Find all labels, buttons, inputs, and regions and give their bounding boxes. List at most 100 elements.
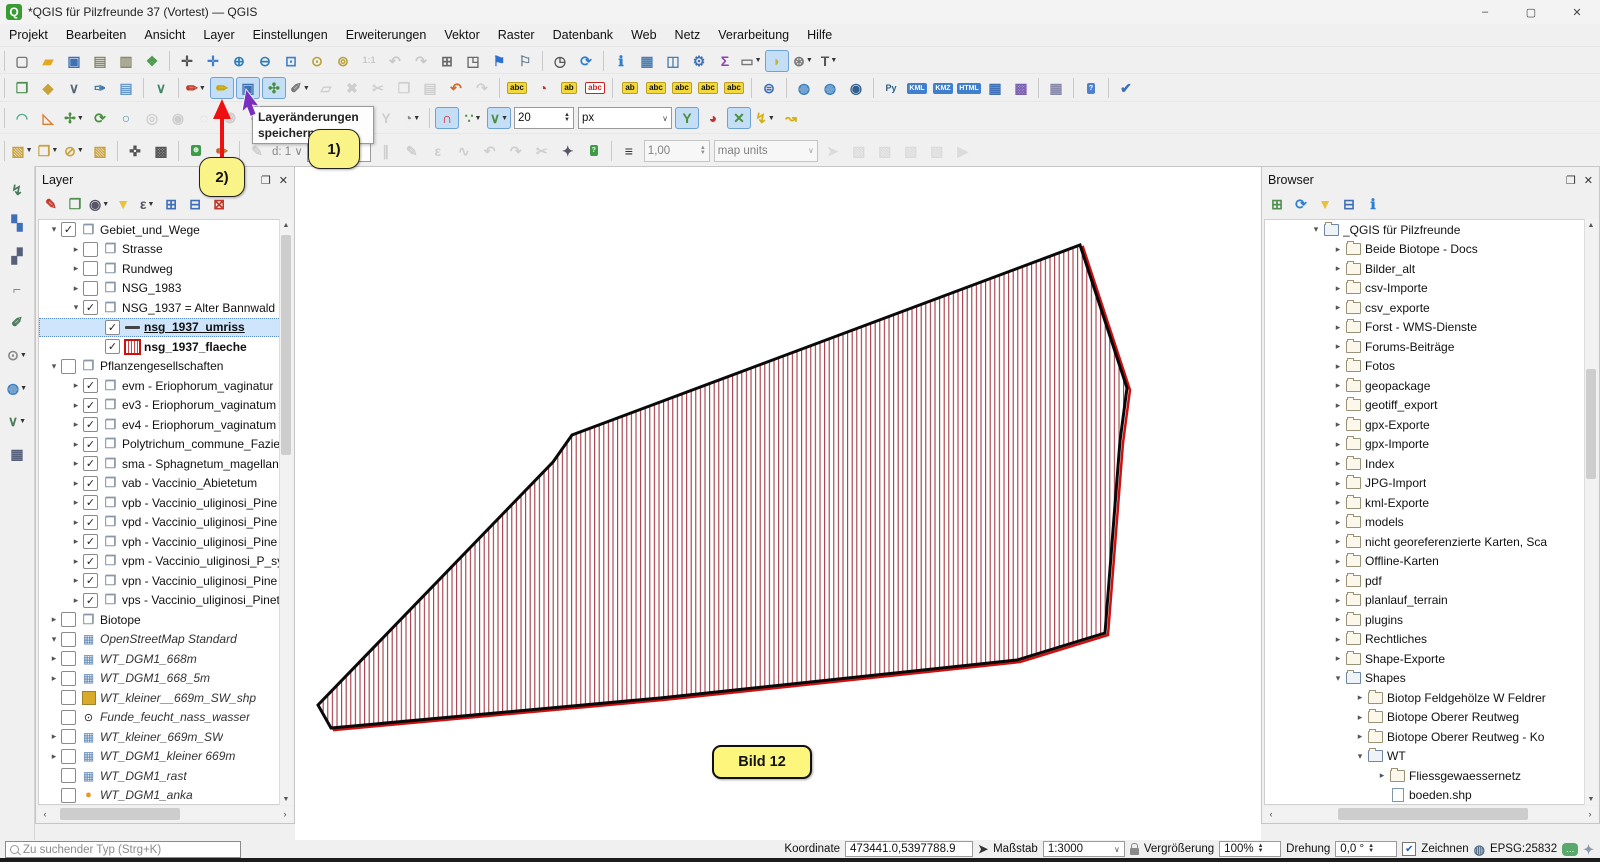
- layer-tree-item[interactable]: ✓nsg_1937_umriss: [39, 318, 291, 338]
- raster-select-icon[interactable]: ▩: [149, 140, 173, 162]
- refresh-browser-icon[interactable]: ⟳: [1291, 195, 1311, 214]
- digitize-shape-icon[interactable]: ↯: [4, 178, 30, 202]
- add-group-icon[interactable]: ❐: [65, 195, 85, 214]
- layer-visibility-checkbox[interactable]: [61, 788, 76, 803]
- statistics-icon[interactable]: ◫: [661, 50, 685, 72]
- disabled-select-6-icon[interactable]: ▶: [951, 140, 975, 162]
- tree-expander-icon[interactable]: ▸: [69, 517, 83, 528]
- tree-expander-icon[interactable]: ▸: [69, 575, 83, 586]
- layer-visibility-checkbox[interactable]: ✓: [61, 222, 76, 237]
- tree-expander-icon[interactable]: ▸: [1331, 653, 1345, 664]
- tree-expander-icon[interactable]: ▸: [1331, 244, 1345, 255]
- checker-tiles-icon[interactable]: ▞: [4, 244, 30, 268]
- add-polygon-feature-icon[interactable]: ✣: [262, 77, 286, 99]
- tree-expander-icon[interactable]: ▾: [1309, 224, 1323, 235]
- snapping-mode-icon[interactable]: ∵▼: [461, 107, 485, 129]
- add-spatialite-layer-icon[interactable]: ∨: [62, 77, 86, 99]
- tree-expander-icon[interactable]: ▸: [69, 400, 83, 411]
- layer-visibility-checkbox[interactable]: ✓: [83, 378, 98, 393]
- processing-toolbox-icon[interactable]: ⚙: [687, 50, 711, 72]
- browser-tree-item[interactable]: ▸Beide Biotope - Docs: [1265, 240, 1596, 260]
- collapse-browser-icon[interactable]: ⊟: [1339, 195, 1359, 214]
- layer-visibility-checkbox[interactable]: ✓: [83, 593, 98, 608]
- layer-visibility-checkbox[interactable]: ✓: [83, 300, 98, 315]
- topological-editing-icon[interactable]: Y: [675, 107, 699, 129]
- rotation-spin[interactable]: 0,0 °▲▼: [1335, 841, 1397, 857]
- layer-panel-float-button[interactable]: ❐: [261, 174, 271, 187]
- new-print-layout-icon[interactable]: ▤: [88, 50, 112, 72]
- browser-tree-item[interactable]: ▾Shapes: [1265, 669, 1596, 689]
- layer-tree-item[interactable]: ▸✓❐vpn - Vaccinio_uliginosi_Pine: [39, 571, 291, 591]
- grid-small-icon[interactable]: ▦: [4, 442, 30, 466]
- new-project-icon[interactable]: ▢: [10, 50, 34, 72]
- delete-selected-icon[interactable]: ✖: [340, 77, 364, 99]
- crs-value[interactable]: EPSG:25832: [1490, 843, 1557, 855]
- layer-tree-item[interactable]: ▸✓❐ev4 - Eriophorum_vaginatum: [39, 415, 291, 435]
- locator-search-input[interactable]: Zu suchender Typ (Strg+K): [5, 841, 241, 858]
- tasks-icon[interactable]: ✦: [1583, 843, 1594, 856]
- add-geopackage-layer-icon[interactable]: ◆: [36, 77, 60, 99]
- layer-visibility-checkbox[interactable]: ✓: [83, 495, 98, 510]
- maximize-button[interactable]: ▢: [1508, 0, 1554, 24]
- avoid-overlap-icon[interactable]: ◕: [701, 107, 725, 129]
- zoom-last-icon[interactable]: ↶: [383, 50, 407, 72]
- zoom-next-icon[interactable]: ↷: [409, 50, 433, 72]
- dark-tool-icon[interactable]: ✦: [556, 140, 580, 162]
- disabled-tool-7-icon[interactable]: ✂: [530, 140, 554, 162]
- layer-visibility-checkbox[interactable]: [61, 729, 76, 744]
- tree-expander-icon[interactable]: ▸: [1331, 575, 1345, 586]
- layer-tree-item[interactable]: ▸▦WT_DGM1_668m: [39, 649, 291, 669]
- browser-properties-icon[interactable]: ℹ: [1363, 195, 1383, 214]
- layer-panel-close-button[interactable]: ✕: [279, 174, 288, 187]
- menu-erweiterungen[interactable]: Erweiterungen: [337, 25, 436, 45]
- modify-attributes-icon[interactable]: ▱: [314, 77, 338, 99]
- browser-tree-item[interactable]: boeden.shp: [1265, 786, 1596, 806]
- browser-tree-item[interactable]: ▸Forst - WMS-Dienste: [1265, 318, 1596, 338]
- add-ring-icon[interactable]: ◎: [140, 107, 164, 129]
- identify-features-icon[interactable]: ℹ: [609, 50, 633, 72]
- stroke-units-select[interactable]: map units∨: [714, 140, 818, 162]
- scale-select[interactable]: 1:3000∨: [1043, 841, 1125, 857]
- browser-panel-close-button[interactable]: ✕: [1584, 174, 1593, 187]
- tree-expander-icon[interactable]: ▸: [47, 751, 61, 762]
- tree-expander-icon[interactable]: ▸: [1331, 614, 1345, 625]
- current-edits-icon[interactable]: ✏▼: [184, 77, 208, 99]
- add-selected-layers-icon[interactable]: ⊞: [1267, 195, 1287, 214]
- self-snapping-icon[interactable]: ↝: [779, 107, 803, 129]
- kmz-export-icon[interactable]: KMZ: [931, 77, 955, 99]
- disabled-select-3-icon[interactable]: ▧: [873, 140, 897, 162]
- browser-tree-item[interactable]: ▸geopackage: [1265, 376, 1596, 396]
- layer-visibility-checkbox[interactable]: ✓: [83, 476, 98, 491]
- tree-expander-icon[interactable]: ▸: [1331, 478, 1345, 489]
- tree-expander-icon[interactable]: ▾: [1353, 751, 1367, 762]
- spatial-bookmarks-icon[interactable]: ⚑: [487, 50, 511, 72]
- disabled-select-5-icon[interactable]: ▧: [925, 140, 949, 162]
- layer-tree-item[interactable]: ▸❐Strasse: [39, 240, 291, 260]
- toggle-editing-icon[interactable]: ✏: [210, 77, 234, 99]
- pan-to-selection-icon[interactable]: ✛: [201, 50, 225, 72]
- layer-labeling-icon[interactable]: abc: [505, 77, 529, 99]
- tree-expander-icon[interactable]: ▾: [1331, 673, 1345, 684]
- collapse-all-icon[interactable]: ⊟: [185, 195, 205, 214]
- html-export-icon[interactable]: HTML: [957, 77, 981, 99]
- tree-expander-icon[interactable]: ▸: [1353, 692, 1367, 703]
- layer-tree-item[interactable]: ▦WT_DGM1_rast: [39, 766, 291, 786]
- menu-projekt[interactable]: Projekt: [0, 25, 57, 45]
- menu-ansicht[interactable]: Ansicht: [135, 25, 194, 45]
- browser-tree-item[interactable]: ▸csv-Importe: [1265, 279, 1596, 299]
- browser-tree-item[interactable]: ▸Bilder_alt: [1265, 259, 1596, 279]
- v-nodes-icon[interactable]: ∨▼: [4, 409, 30, 433]
- tree-expander-icon[interactable]: ▸: [69, 536, 83, 547]
- menu-layer[interactable]: Layer: [194, 25, 243, 45]
- browser-tree-item[interactable]: ▸csv_exporte: [1265, 298, 1596, 318]
- tree-expander-icon[interactable]: ▸: [69, 244, 83, 255]
- zoom-full-icon[interactable]: ⊡: [279, 50, 303, 72]
- save-layer-edits-icon[interactable]: ▣: [236, 77, 260, 99]
- web-globe-search-icon[interactable]: ◍: [818, 77, 842, 99]
- zoom-out-icon[interactable]: ⊖: [253, 50, 277, 72]
- layer-visibility-checkbox[interactable]: ✓: [83, 398, 98, 413]
- fill-ring-icon[interactable]: ◉: [166, 107, 190, 129]
- browser-tree-item[interactable]: ▾_QGIS für Pilzfreunde: [1265, 220, 1596, 240]
- tree-expander-icon[interactable]: ▸: [69, 595, 83, 606]
- layer-visibility-checkbox[interactable]: [61, 710, 76, 725]
